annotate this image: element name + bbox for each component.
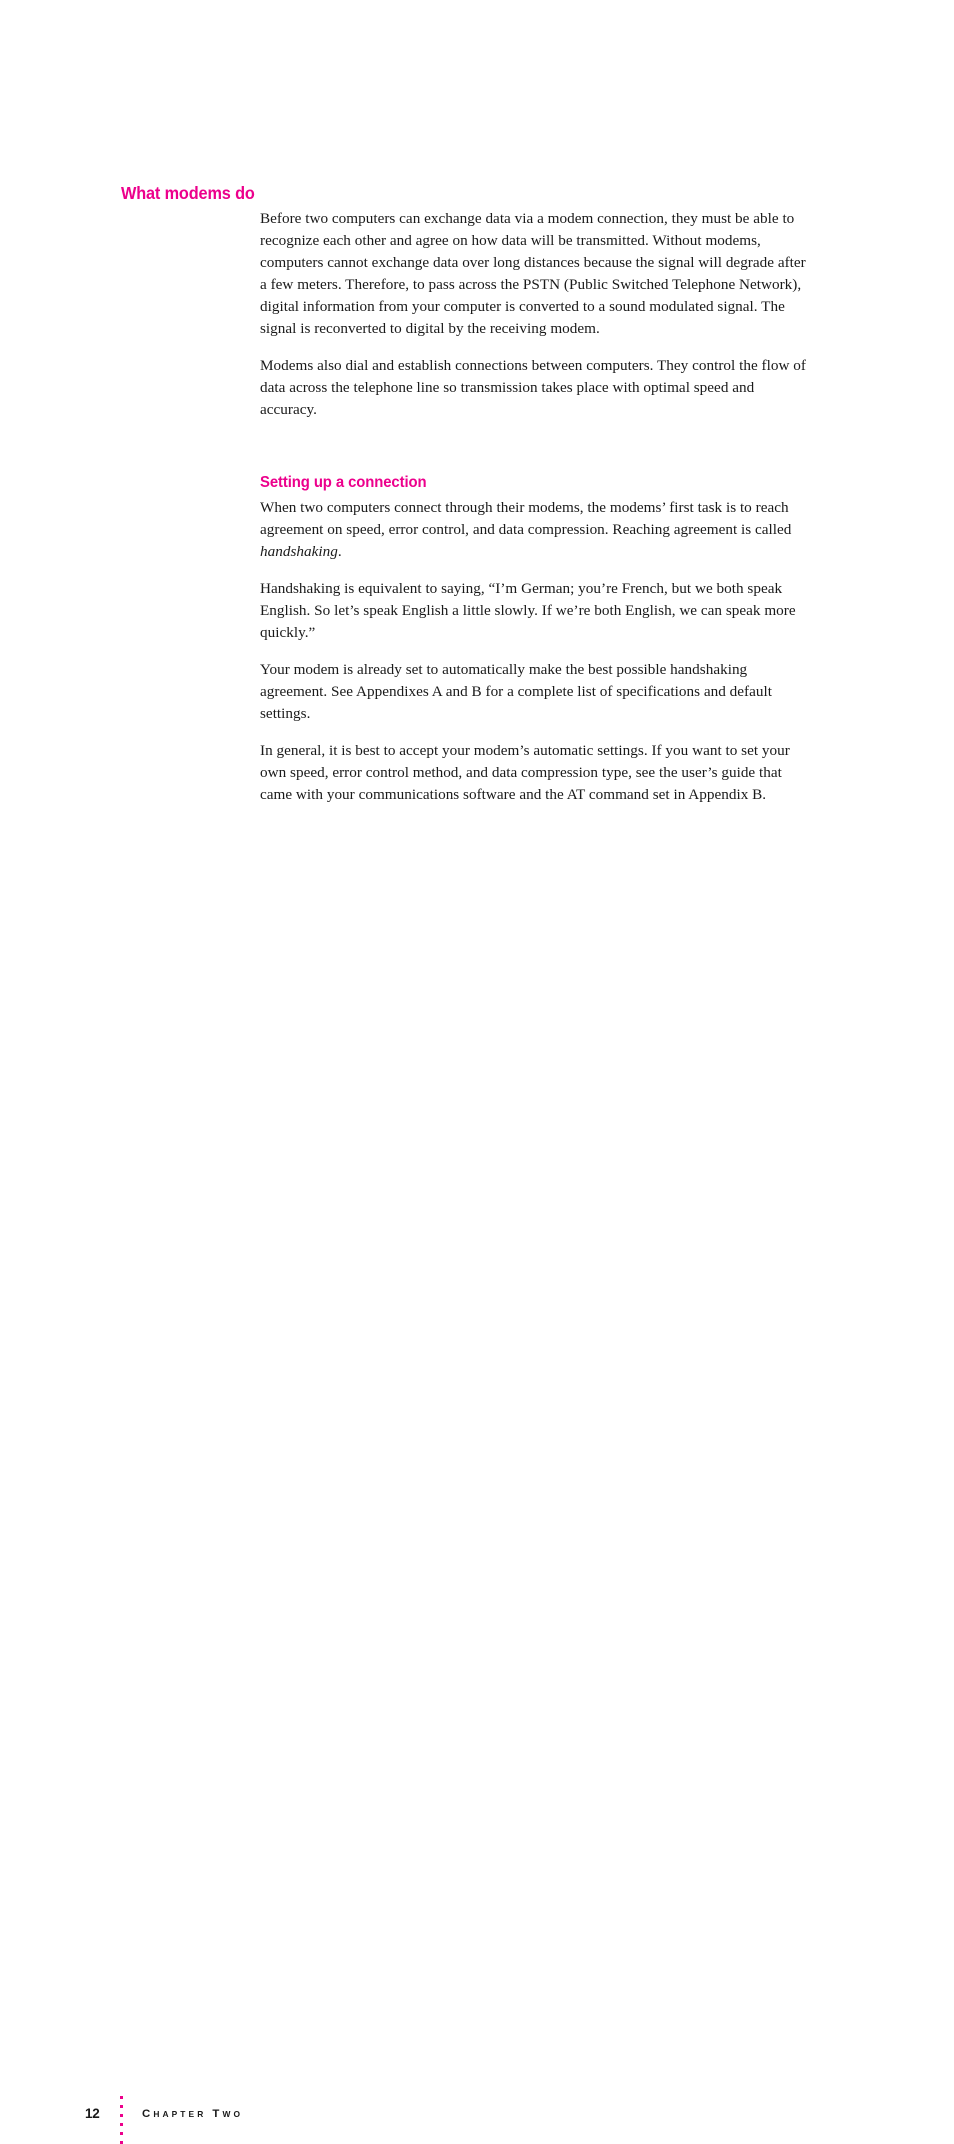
body-column-top: Before two computers can exchange data v… bbox=[260, 208, 812, 421]
chapter-label-initial-t: T bbox=[212, 2108, 223, 2120]
paragraph-text-tail: . bbox=[337, 543, 342, 560]
paragraph: Your modem is already set to automatical… bbox=[260, 661, 772, 722]
body-column-bottom: When two computers connect through their… bbox=[260, 497, 812, 806]
page-title: What modems do bbox=[121, 182, 255, 203]
chapter-label: CHAPTER TWO bbox=[142, 2108, 244, 2120]
dot-square bbox=[119, 2105, 123, 2108]
dot-square bbox=[119, 2123, 123, 2126]
page-footer: 12 CHAPTER TWO bbox=[0, 1047, 954, 2144]
dotted-rule-divider bbox=[119, 2096, 123, 2144]
dot-square bbox=[119, 2132, 123, 2135]
paragraph: In general, it is best to accept your mo… bbox=[260, 742, 790, 803]
italic-term-handshaking: handshaking bbox=[260, 543, 338, 560]
paragraph: Handshaking is equivalent to saying, “I’… bbox=[260, 580, 796, 641]
paragraph-text-lead: When two computers connect through their… bbox=[260, 499, 792, 538]
page-number: 12 bbox=[85, 2106, 100, 2121]
chapter-label-initial-c: C bbox=[142, 2108, 154, 2120]
document-page: What modems do Before two computers can … bbox=[0, 0, 954, 2144]
paragraph: Before two computers can exchange data v… bbox=[260, 210, 806, 337]
section-subheading: Setting up a connection bbox=[260, 474, 427, 492]
chapter-label-rest-wo: WO bbox=[222, 2109, 244, 2119]
paragraph-handshaking-definition: When two computers connect through their… bbox=[260, 497, 812, 563]
chapter-label-rest-hapter: HAPTER bbox=[153, 2109, 207, 2119]
dot-square bbox=[119, 2114, 123, 2117]
paragraph: Modems also dial and establish connectio… bbox=[260, 357, 806, 418]
dot-square bbox=[119, 2096, 123, 2099]
